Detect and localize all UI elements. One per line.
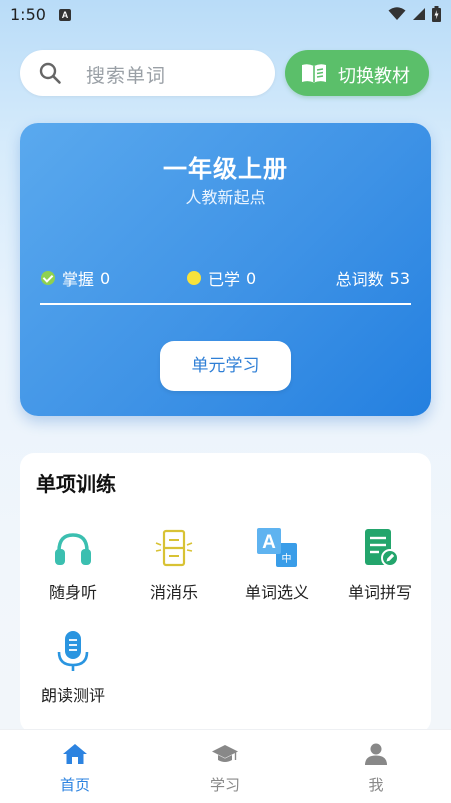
status-bar: 1:50 A xyxy=(0,0,451,32)
training-item-spelling[interactable]: 单词拼写 xyxy=(329,527,429,617)
training-item-reading[interactable]: 朗读测评 xyxy=(22,630,122,720)
training-item-label: 朗读测评 xyxy=(40,686,105,705)
total-words-stat: 总词数 53 xyxy=(336,266,410,290)
nav-study-label: 学习 xyxy=(209,776,240,794)
home-icon xyxy=(63,744,87,764)
learned-stat: 已学 0 xyxy=(187,266,256,290)
mastered-count: 0 xyxy=(100,268,111,288)
nav-home[interactable]: 首页 xyxy=(0,730,150,803)
training-item-match[interactable]: 消消乐 xyxy=(123,527,223,617)
wifi-icon xyxy=(388,7,406,20)
microphone-icon xyxy=(57,631,89,671)
total-label: 总词数 xyxy=(335,270,384,289)
total-count: 53 xyxy=(389,268,410,288)
nav-home-label: 首页 xyxy=(59,776,90,794)
yellow-dot-icon xyxy=(187,271,201,285)
training-item-label: 消消乐 xyxy=(149,583,198,602)
mastered-stat: 掌握 0 xyxy=(41,266,110,290)
mastered-label: 掌握 xyxy=(62,270,95,289)
training-item-listen[interactable]: 随身听 xyxy=(22,527,122,617)
switch-textbook-label: 切换教材 xyxy=(338,66,410,87)
unit-study-button[interactable]: 单元学习 xyxy=(160,341,291,391)
spelling-icon xyxy=(365,529,399,567)
svg-text:A: A xyxy=(262,532,276,553)
training-item-meaning[interactable]: A 中 单词选义 xyxy=(226,527,326,617)
training-item-label: 随身听 xyxy=(48,583,97,602)
training-title: 单项训练 xyxy=(36,472,116,496)
bottom-nav: 首页 学习 我 xyxy=(0,729,451,803)
match-game-icon xyxy=(155,529,193,567)
translate-icon: A 中 xyxy=(257,528,297,567)
nav-study[interactable]: 学习 xyxy=(150,730,300,803)
svg-text:中: 中 xyxy=(282,552,292,565)
nav-me-label: 我 xyxy=(368,776,384,794)
textbook-card: 一年级上册 人教新起点 掌握 0 已学 0 总词数 53 单元学习 xyxy=(20,123,431,416)
textbook-subtitle: 人教新起点 xyxy=(185,188,266,207)
signal-icon xyxy=(413,8,425,20)
learned-count: 0 xyxy=(246,268,257,288)
notification-icon: A xyxy=(59,9,71,21)
progress-bar xyxy=(40,303,411,305)
status-time: 1:50 xyxy=(10,5,46,24)
training-section: 单项训练 随身听 消消乐 A 中 单词选义 单词拼写 朗读测评 xyxy=(20,453,431,733)
status-indicators xyxy=(388,6,441,22)
check-circle-icon xyxy=(41,271,55,285)
search-placeholder: 搜索单词 xyxy=(86,65,167,87)
training-item-label: 单词选义 xyxy=(244,583,309,602)
user-icon xyxy=(365,743,387,765)
search-icon xyxy=(39,62,61,84)
textbook-title: 一年级上册 xyxy=(163,155,288,183)
book-icon xyxy=(302,64,326,83)
search-input[interactable]: 搜索单词 xyxy=(20,50,275,96)
nav-me[interactable]: 我 xyxy=(301,730,451,803)
headphones-icon xyxy=(55,533,91,565)
battery-icon xyxy=(432,6,441,22)
learned-label: 已学 xyxy=(208,270,241,289)
training-item-label: 单词拼写 xyxy=(347,583,412,602)
graduation-cap-icon xyxy=(212,745,238,762)
switch-textbook-button[interactable]: 切换教材 xyxy=(285,50,429,96)
